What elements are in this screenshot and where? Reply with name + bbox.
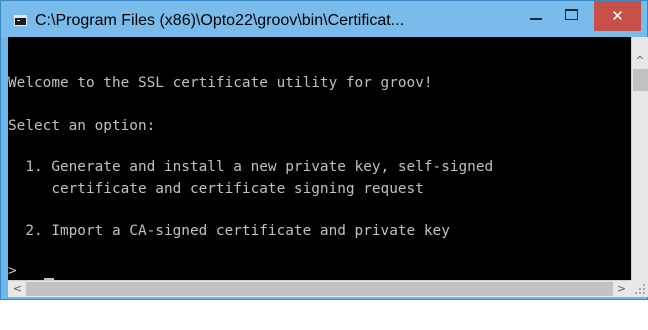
close-button[interactable]: ✕ bbox=[594, 1, 641, 31]
option-2-line: 2. Import a CA-signed certificate and pr… bbox=[8, 223, 450, 239]
option-1-line-2: certificate and certificate signing requ… bbox=[8, 181, 424, 197]
scroll-left-icon[interactable]: < bbox=[9, 281, 26, 297]
close-icon: ✕ bbox=[611, 7, 624, 25]
command-prompt: > bbox=[8, 263, 17, 279]
maximize-button[interactable] bbox=[557, 3, 587, 29]
minimize-button[interactable] bbox=[521, 3, 551, 29]
maximize-icon bbox=[565, 9, 578, 20]
console-output[interactable]: Welcome to the SSL certificate utility f… bbox=[8, 37, 631, 280]
vertical-scroll-thumb[interactable] bbox=[633, 69, 648, 91]
horizontal-scrollbar[interactable]: < > bbox=[8, 280, 631, 297]
minimize-icon bbox=[530, 18, 542, 20]
option-1-line-1: 1. Generate and install a new private ke… bbox=[8, 159, 494, 175]
console-window: C:\Program Files (x86)\Opto22\groov\bin\… bbox=[0, 0, 648, 300]
scroll-up-icon[interactable]: ^ bbox=[632, 52, 648, 69]
scroll-right-icon[interactable]: > bbox=[613, 281, 630, 297]
select-option-prompt: Select an option: bbox=[8, 118, 156, 134]
horizontal-scroll-thumb[interactable] bbox=[26, 282, 613, 296]
title-bar[interactable]: C:\Program Files (x86)\Opto22\groov\bin\… bbox=[1, 1, 647, 37]
console-window-icon[interactable] bbox=[14, 15, 27, 26]
welcome-line: Welcome to the SSL certificate utility f… bbox=[8, 75, 433, 91]
resize-grip-icon[interactable] bbox=[631, 280, 648, 297]
window-title: C:\Program Files (x86)\Opto22\groov\bin\… bbox=[35, 12, 405, 29]
vertical-scrollbar[interactable]: ^ v bbox=[631, 37, 648, 293]
